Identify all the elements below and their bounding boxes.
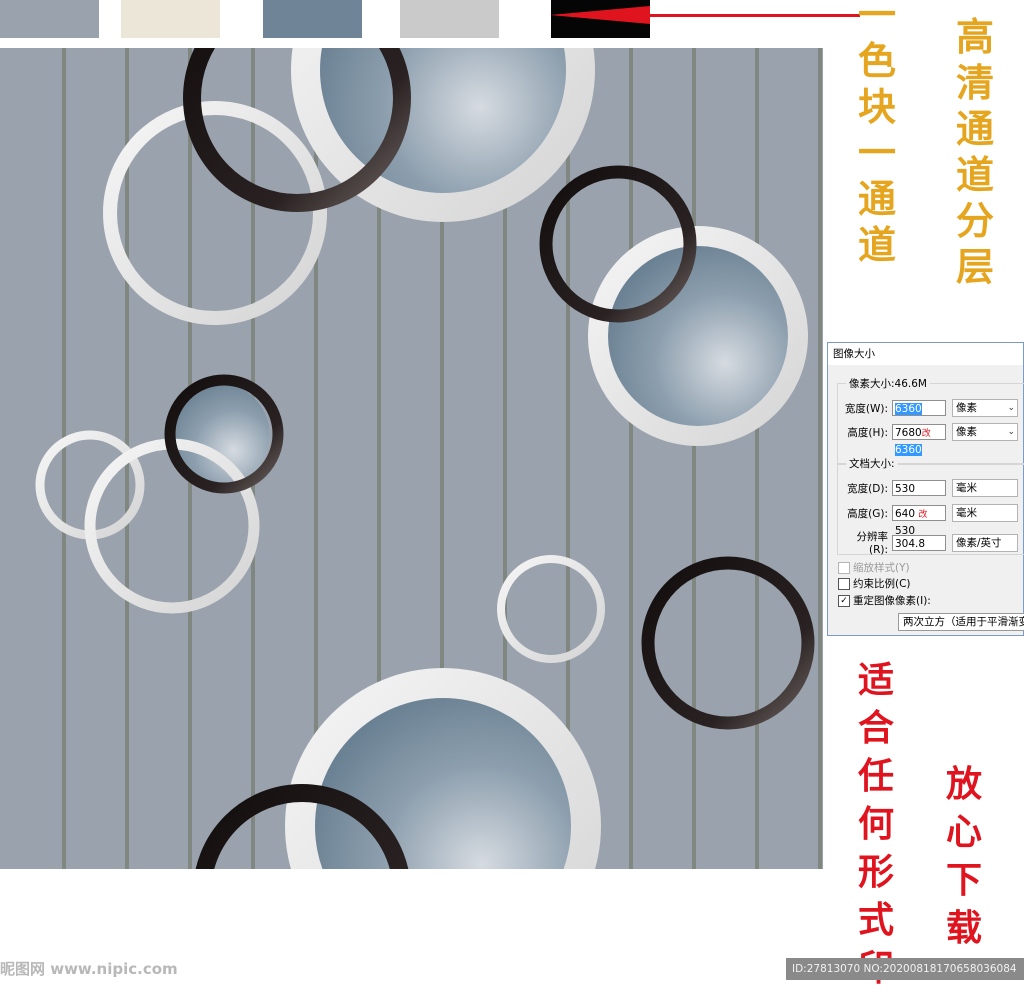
stripe-line [755,48,759,869]
doc-height-row: 高度(G): 640 改 530 毫米 [842,504,1018,537]
doc-width-row: 宽度(D): 530 毫米 [842,479,1018,497]
light-gray-swatch [400,0,499,38]
blue-disc [608,246,788,426]
width-row: 宽度(W): 6360 像素 ⌄ [842,399,1018,417]
caption-char: 形 [858,851,895,893]
caption-hd-channel-layers: 高清通道分层 [956,14,994,290]
gray-swatch [0,0,99,38]
caption-char: 任 [858,755,895,797]
caption-char: 高 [956,14,995,59]
resample-method-select[interactable]: 两次立方（适用于平滑渐变 [898,613,1024,631]
caption-char: 下 [946,859,983,901]
width-unit-select[interactable]: 像素 ⌄ [952,399,1018,417]
resolution-label: 分辨率(R): [856,531,889,556]
caption-char: 一 [858,0,897,37]
doc-width-label: 宽度(D): [847,482,888,495]
caption-one-color-one-channel: 一色块一通道 [858,0,896,268]
resolution-input[interactable]: 304.8 [892,534,946,551]
red-arrow-line [590,14,860,17]
constrain-proportions-checkbox[interactable]: 约束比例(C) [838,576,911,591]
caption-char: 通 [956,106,995,151]
caption-char: 道 [956,152,995,197]
checkmark-icon: ✓ [838,594,850,607]
black-ring [641,556,815,730]
caption-char: 道 [858,222,897,267]
image-size-dialog: 图像大小 像素大小:46.6M 宽度(W): 6360 像素 ⌄ 高度(H): 7… [827,342,1024,636]
height-row: 高度(H): 7680改6360 像素 ⌄ [842,423,1018,456]
caption-char: 层 [956,244,995,289]
stripe-line [62,48,66,869]
resample-checkbox[interactable]: ✓ 重定图像像素(I): [838,593,931,608]
caption-char: 式 [858,899,895,941]
doc-height-unit-select[interactable]: 毫米 [952,504,1018,522]
scale-styles-checkbox[interactable]: 缩放样式(Y) [838,560,910,575]
document-size-label: 文档大小: [846,456,898,471]
image-id-bar: ID:27813070 NO:20200818170658036084 [786,958,1024,980]
caption-char: 合 [858,707,895,749]
caption-char: 心 [946,811,983,853]
caption-char: 分 [956,198,995,243]
pixel-dimensions-label: 像素大小:46.6M [846,376,930,391]
caption-char: 一 [858,130,897,175]
doc-height-label: 高度(G): [847,507,888,520]
chevron-down-icon: ⌄ [1007,427,1015,437]
caption-char: 色 [858,38,897,83]
width-label: 宽度(W): [844,402,888,415]
pattern-svg [35,48,822,869]
checkbox-icon [838,561,850,574]
caption-char: 清 [956,60,995,105]
width-input[interactable]: 6360 [892,400,946,416]
resolution-row: 分辨率(R): 304.8 像素/英寸 [842,529,1018,556]
caption-char: 适 [858,659,895,701]
caption-char: 何 [858,803,895,845]
doc-height-input[interactable]: 640 改 530 [892,505,946,537]
stripe-line [818,48,822,869]
caption-download: 放心下载 [946,760,982,952]
site-watermark: 昵图网 www.nipic.com [0,960,178,978]
caption-char: 块 [858,84,897,129]
caption-char: 放 [946,763,983,805]
checkbox-icon [838,577,850,590]
chevron-down-icon: ⌄ [1007,403,1015,413]
white-ring [103,101,327,325]
slate-blue-swatch [263,0,362,38]
caption-char: 通 [858,176,897,221]
circle-pattern-artwork [0,48,823,869]
dialog-title: 图像大小 [828,343,1023,365]
beige-swatch [121,0,220,38]
stripe-line [692,48,696,869]
caption-suitable-print: 适合任何形式印 [858,656,894,992]
caption-char: 载 [946,907,983,949]
resolution-unit-select[interactable]: 像素/英寸 [952,533,1018,552]
height-unit-select[interactable]: 像素 ⌄ [952,423,1018,441]
white-ring [497,555,605,663]
doc-width-input[interactable]: 530 [892,480,946,496]
height-label: 高度(H): [847,426,888,439]
height-input[interactable]: 7680改6360 [892,424,946,456]
doc-width-unit-select[interactable]: 毫米 [952,479,1018,497]
